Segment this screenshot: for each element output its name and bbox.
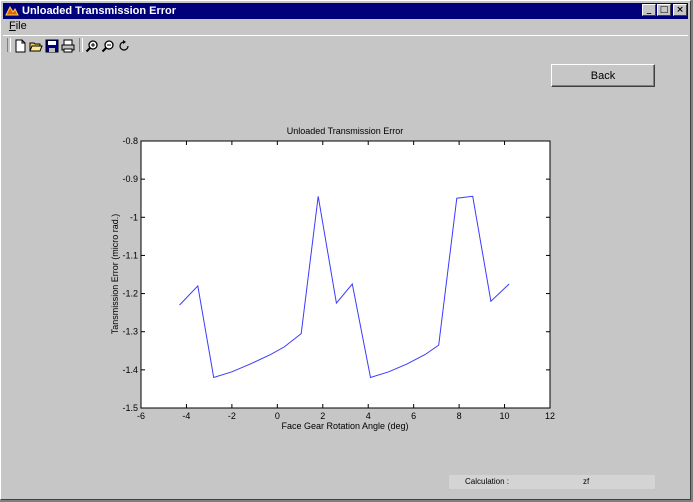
chart: Unloaded Transmission Error Face Gear Ro…	[110, 126, 555, 431]
x-tick-label: 10	[500, 411, 510, 421]
x-tick-label: -4	[182, 411, 190, 421]
y-tick-label: -1	[130, 212, 138, 222]
x-tick-label: 2	[320, 411, 325, 421]
x-tick-label: -2	[228, 411, 236, 421]
x-tick-label: 6	[411, 411, 416, 421]
y-tick-label: -1.4	[122, 365, 138, 375]
x-tick-label: 4	[366, 411, 371, 421]
x-tick-label: 8	[457, 411, 462, 421]
x-axis-label: Face Gear Rotation Angle (deg)	[281, 421, 408, 431]
y-tick-label: -1.3	[122, 327, 138, 337]
y-tick-label: -0.9	[122, 174, 138, 184]
y-tick-label: -1.5	[122, 403, 138, 413]
chart-title: Unloaded Transmission Error	[287, 126, 404, 136]
x-tick-label: 12	[545, 411, 555, 421]
x-tick-label: -6	[137, 411, 145, 421]
y-tick-label: -1.1	[122, 250, 138, 260]
y-axis-label: Tansmission Error (micro rad.)	[110, 214, 120, 335]
x-tick-label: 0	[275, 411, 280, 421]
y-tick-label: -1.2	[122, 289, 138, 299]
plot-area	[140, 140, 551, 409]
y-tick-label: -0.8	[122, 136, 138, 146]
